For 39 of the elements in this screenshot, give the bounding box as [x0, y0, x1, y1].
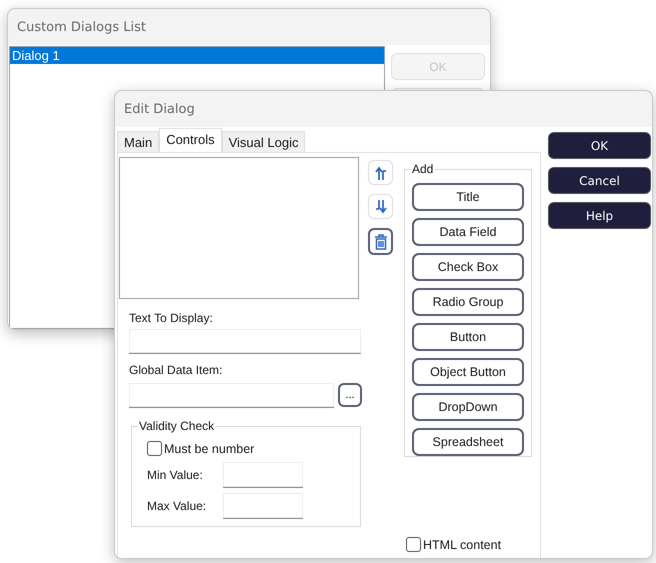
text-field[interactable] [129, 383, 334, 408]
checkbox-label: HTML content [423, 538, 502, 552]
dialog-button[interactable]: Cancel [548, 167, 651, 194]
arrow-up-icon [374, 164, 388, 180]
dialog-button[interactable]: Help [548, 202, 651, 229]
add-control-button[interactable]: Spreadsheet [412, 428, 524, 456]
list-item[interactable]: Dialog 1 [10, 47, 384, 64]
group-label: Add [411, 162, 434, 176]
tab[interactable]: Visual Logic [222, 131, 306, 152]
checkbox-label: Must be number [164, 442, 254, 456]
dialog-button[interactable]: OK [548, 132, 651, 159]
move-down-button[interactable] [368, 194, 393, 219]
window-title: Custom Dialogs List [17, 20, 146, 34]
add-control-button[interactable]: Button [412, 323, 524, 351]
add-control-button[interactable]: DropDown [412, 393, 524, 421]
text-field[interactable] [129, 329, 361, 354]
tab[interactable]: Main [117, 131, 160, 152]
add-control-button[interactable]: Title [412, 183, 524, 211]
group-label: Validity Check [138, 419, 216, 433]
field-label: Global Data Item: [129, 363, 224, 377]
add-control-button[interactable]: Check Box [412, 253, 524, 281]
field-label: Max Value: [147, 499, 208, 513]
add-control-button[interactable]: Data Field [412, 218, 524, 246]
browse-button[interactable]: ... [338, 383, 362, 407]
field-label: Text To Display: [129, 311, 214, 325]
move-up-button[interactable] [368, 160, 393, 185]
tab[interactable]: Controls [159, 128, 222, 152]
field-label: Min Value: [147, 468, 204, 482]
trash-icon [374, 234, 388, 250]
delete-button[interactable] [368, 228, 393, 255]
number-field[interactable] [223, 462, 303, 488]
window-title: Edit Dialog [124, 102, 195, 116]
arrow-down-icon [374, 198, 388, 214]
number-field[interactable] [223, 493, 303, 519]
add-control-button[interactable]: Object Button [412, 358, 524, 386]
checkbox[interactable] [406, 537, 421, 552]
add-control-button[interactable]: Radio Group [412, 288, 524, 316]
controls-list[interactable] [119, 157, 359, 299]
checkbox[interactable] [147, 441, 162, 456]
